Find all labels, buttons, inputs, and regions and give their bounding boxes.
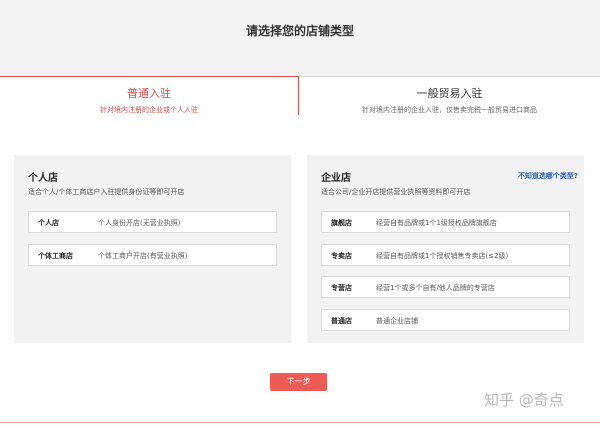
page-header: 请选择您的店铺类型 [0,0,600,76]
option-regular-store[interactable]: 普通店 普通企业店铺 [321,309,570,331]
option-name: 旗舰店 [331,219,352,227]
tab-normal-entry-desc: 针对境内注册的企业或个人入驻 [100,106,198,114]
option-exclusive-store[interactable]: 专卖店 经营自有品牌或1个授权销售专卖店(≤2级) [321,244,570,266]
option-individual-business-store[interactable]: 个体工商店 个体工商户开店(有营业执照) [28,244,277,266]
tab-normal-entry-label: 普通入驻 [127,87,171,100]
option-desc: 个体工商户开店(有营业执照) [98,252,188,260]
page-title: 请选择您的店铺类型 [245,24,354,38]
option-desc: 普通企业店铺 [376,317,418,325]
enterprise-store-panel: 企业店 不知道选哪个类型? 适合公司/企业开店提供营业执照等资料即可开店 旗舰店… [307,155,584,343]
tab-general-trade-desc: 针对境内注册的企业入驻，仅售卖完税一般贸易进口商品 [362,106,537,114]
personal-store-panel: 个人店 适合个人/个体工商店户入驻提供身份证等即可开店 个人店 个人身份开店(无… [14,155,291,343]
store-type-help-link[interactable]: 不知道选哪个类型? [518,171,578,181]
enterprise-store-desc: 适合公司/企业开店提供营业执照等资料即可开店 [321,188,471,196]
store-category-tabs: 普通入驻 针对境内注册的企业或个人入驻 一般贸易入驻 针对境内注册的企业入驻，仅… [0,76,600,115]
option-name: 个体工商店 [38,252,73,260]
enterprise-store-title: 企业店 [321,173,351,184]
next-step-button[interactable]: 下一步 [270,373,327,391]
tab-normal-entry[interactable]: 普通入驻 针对境内注册的企业或个人入驻 [0,76,299,115]
option-name: 个人店 [38,219,59,227]
tab-general-trade-entry[interactable]: 一般贸易入驻 针对境内注册的企业入驻，仅售卖完税一般贸易进口商品 [299,76,600,114]
option-flagship-store[interactable]: 旗舰店 经营自有品牌或1个1级授权品牌旗舰店 [321,211,570,233]
option-desc: 个人身份开店(无营业执照) [98,219,181,227]
option-name: 专营店 [331,284,352,292]
option-desc: 经营自有品牌或1个1级授权品牌旗舰店 [376,219,497,227]
personal-store-title: 个人店 [28,173,58,184]
bottom-divider [0,422,600,423]
watermark: 知乎 @奇点 [484,391,564,409]
option-name: 专卖店 [331,252,352,260]
option-specialty-store[interactable]: 专营店 经营1个或多个自有/他人品牌的专营店 [321,276,570,298]
personal-store-desc: 适合个人/个体工商店户入驻提供身份证等即可开店 [28,188,185,196]
option-desc: 经营1个或多个自有/他人品牌的专营店 [376,284,495,292]
option-name: 普通店 [331,317,352,325]
option-personal-store[interactable]: 个人店 个人身份开店(无营业执照) [28,211,277,233]
option-desc: 经营自有品牌或1个授权销售专卖店(≤2级) [376,252,509,260]
tab-general-trade-label: 一般贸易入驻 [416,87,483,100]
